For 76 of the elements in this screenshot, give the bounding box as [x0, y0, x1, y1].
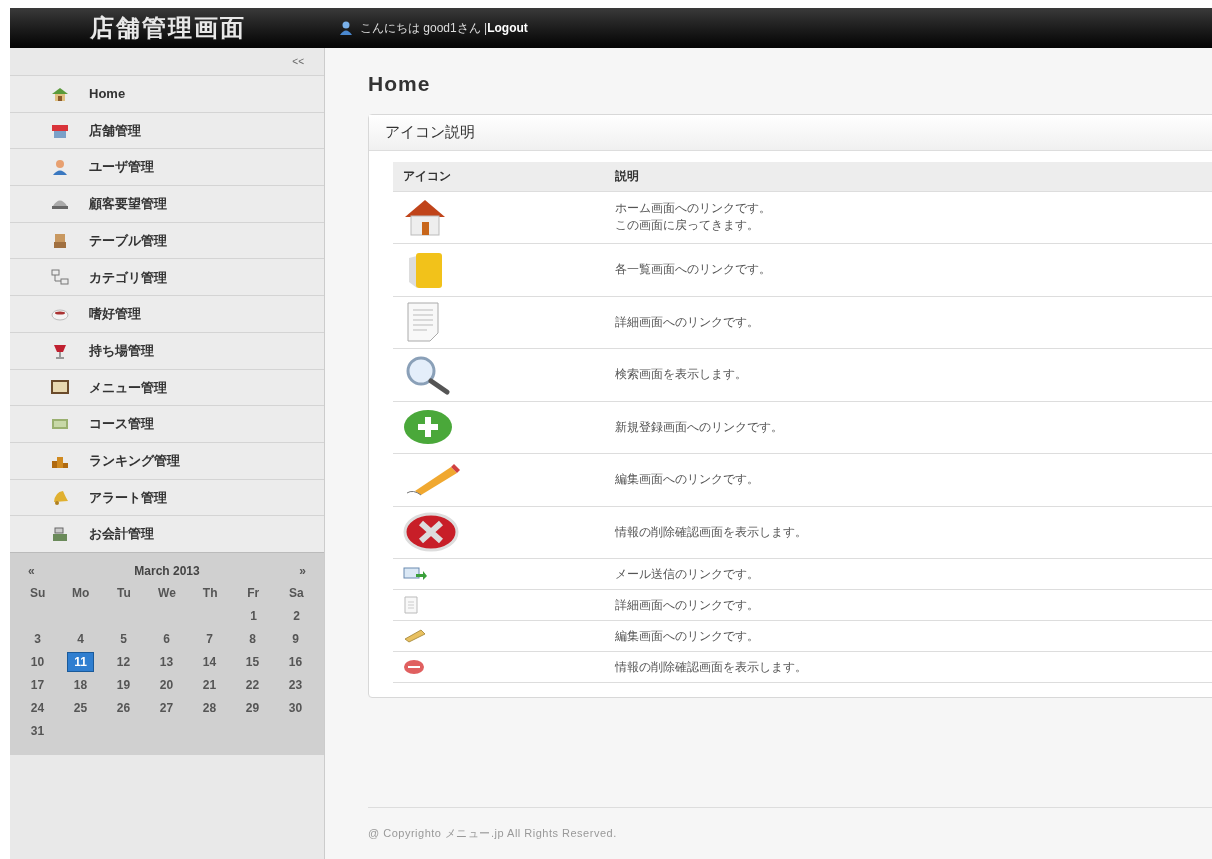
plus-icon [403, 409, 453, 446]
description-cell: 検索画面を表示します。 [615, 366, 747, 384]
calendar-day[interactable]: 20 [159, 676, 174, 695]
column-header: 説明 [615, 168, 639, 185]
weekday-label: Sa [288, 584, 305, 602]
calendar-day[interactable]: 30 [288, 699, 303, 718]
description-cell: 詳細画面へのリンクです。 [615, 596, 759, 614]
bell-icon [51, 488, 69, 507]
hierarchy-icon [51, 268, 69, 287]
calendar-day[interactable]: 7 [206, 630, 213, 649]
description-cell: 情報の削除確認画面を表示します。 [615, 523, 807, 541]
person-icon [51, 158, 69, 177]
calendar-day[interactable]: 12 [116, 653, 131, 672]
minus-icon [403, 659, 425, 675]
delete-icon [403, 512, 459, 553]
logout-link[interactable]: Logout [487, 19, 528, 37]
previous-month-button[interactable]: « [28, 561, 35, 580]
calendar-day[interactable]: 15 [245, 653, 260, 672]
calendar-day[interactable]: 25 [73, 699, 88, 718]
calendar-day[interactable]: 10 [30, 653, 45, 672]
calendar-day[interactable]: 16 [288, 653, 303, 672]
column-header: アイコン [402, 168, 452, 185]
description-cell: 詳細画面へのリンクです。 [615, 313, 759, 331]
calendar-title: March 2013 [134, 562, 200, 580]
menu-board-icon [51, 378, 69, 397]
weekday-label: Fr [246, 584, 261, 602]
calendar-day[interactable]: 3 [34, 630, 41, 649]
page-title: Home [368, 71, 432, 97]
next-month-button[interactable]: » [299, 561, 306, 580]
weekday-label: We [157, 584, 177, 602]
calendar-day[interactable]: 4 [77, 630, 84, 649]
description-cell: ホーム画面へのリンクです。 この画面に戻ってきます。 [615, 200, 771, 235]
app-title: 店舗管理画面 [88, 13, 247, 43]
calendar-day[interactable]: 23 [288, 676, 303, 695]
calendar-day[interactable]: 28 [202, 699, 217, 718]
document-icon [403, 596, 419, 614]
calendar-day[interactable]: 21 [202, 676, 217, 695]
description-cell: 新規登録画面へのリンクです。 [615, 418, 783, 436]
calendar-day[interactable]: 29 [245, 699, 260, 718]
calendar-day[interactable]: 22 [245, 676, 260, 695]
weekday-label: Su [28, 584, 47, 602]
description-cell: 編集画面へのリンクです。 [615, 471, 759, 489]
calendar-day[interactable]: 1 [250, 607, 257, 626]
calendar-day[interactable]: 5 [120, 630, 127, 649]
panel-title: アイコン説明 [385, 121, 475, 142]
weekday-label: Mo [71, 584, 91, 602]
chair-icon [51, 231, 69, 250]
pencil-icon [403, 629, 427, 643]
mail-arrow-icon [403, 567, 427, 581]
calendar-day[interactable]: 14 [202, 653, 217, 672]
weekday-label: Tu [115, 584, 132, 602]
description-cell: 各一覧画面へのリンクです。 [615, 261, 771, 279]
calendar-day[interactable]: 17 [30, 676, 45, 695]
description-cell: メール送信のリンクです。 [615, 565, 759, 583]
house-icon [403, 197, 447, 238]
weekday-label: Th [201, 584, 219, 602]
copyright-text: @ Copyrighto メニュー.jp All Rights Reserved. [368, 826, 617, 842]
calendar-day[interactable]: 8 [249, 630, 256, 649]
description-cell: 情報の削除確認画面を表示します。 [615, 658, 807, 676]
calendar-day[interactable]: 13 [159, 653, 174, 672]
calendar-day[interactable]: 2 [293, 607, 300, 626]
calendar-day[interactable]: 24 [30, 699, 45, 718]
calendar-day[interactable]: 31 [30, 722, 45, 741]
collapse-button[interactable]: << [292, 54, 304, 69]
calendar-day[interactable]: 18 [73, 676, 88, 695]
person-icon [340, 21, 352, 35]
description-cell: 編集画面へのリンクです。 [615, 627, 759, 645]
cash-register-icon [51, 525, 69, 544]
calendar-day[interactable]: 11 [67, 652, 94, 673]
calendar-day[interactable]: 9 [292, 630, 299, 649]
cloche-icon [51, 198, 69, 210]
calendar-day[interactable]: 19 [116, 676, 131, 695]
greeting-text: こんにちは good1さん | [360, 20, 488, 37]
calendar-day[interactable]: 6 [163, 630, 170, 649]
calendar-day[interactable]: 26 [116, 699, 131, 718]
calendar-day[interactable]: 27 [159, 699, 174, 718]
